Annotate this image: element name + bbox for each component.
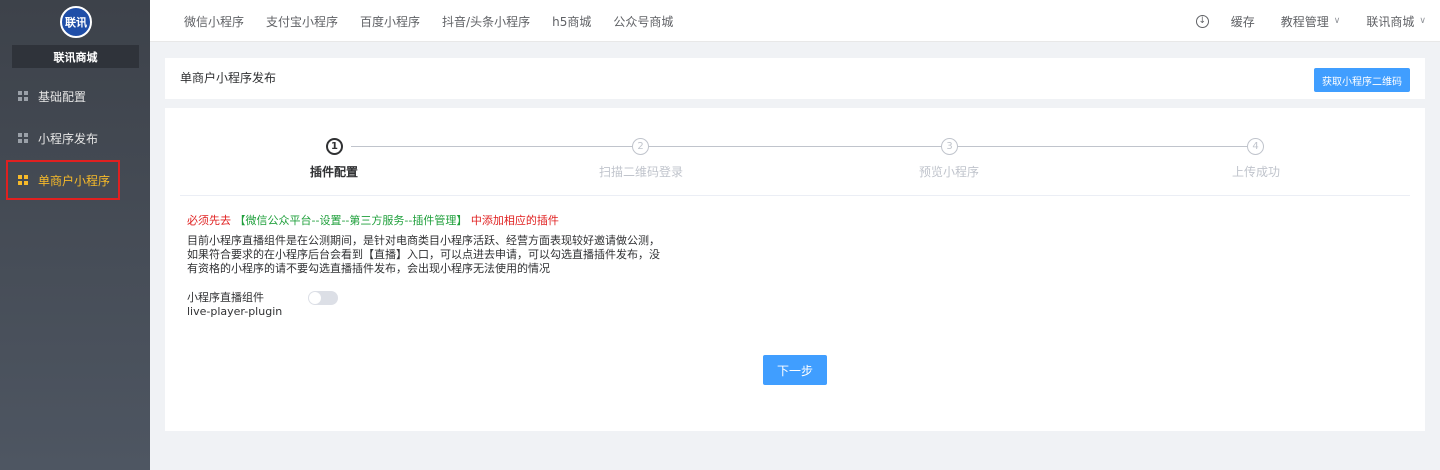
grid-icon xyxy=(18,91,28,101)
toggle-knob xyxy=(309,292,321,304)
live-plugin-toggle[interactable] xyxy=(308,291,338,305)
step-connector xyxy=(351,146,632,147)
sidebar-item-miniprogram-publish[interactable]: 小程序发布 xyxy=(6,118,120,158)
tutorial-dropdown[interactable]: 教程管理 ∨ xyxy=(1281,13,1341,30)
top-bar: 微信小程序 支付宝小程序 百度小程序 抖音/头条小程序 h5商城 公众号商城 ↓… xyxy=(150,0,1440,42)
tab-douyin-miniprogram[interactable]: 抖音/头条小程序 xyxy=(442,13,530,30)
step-number: 4 xyxy=(1247,138,1264,155)
plugin-label: 小程序直播组件 xyxy=(187,291,264,304)
step-number: 1 xyxy=(326,138,343,155)
chevron-down-icon: ∨ xyxy=(1419,16,1426,26)
page-header: 单商户小程序发布 获取小程序二维码 xyxy=(165,58,1425,99)
plugin-field-label: 小程序直播组件 live-player-plugin xyxy=(187,291,282,319)
sidebar-item-label: 小程序发布 xyxy=(38,131,99,146)
tab-alipay-miniprogram[interactable]: 支付宝小程序 xyxy=(266,13,338,30)
account-label: 联讯商城 xyxy=(1366,14,1415,29)
plugin-notice: 必须先去 【微信公众平台--设置--第三方服务--插件管理】 中添加相应的插件 xyxy=(187,212,559,228)
live-plugin-description: 目前小程序直播组件是在公测期间，是针对电商类目小程序活跃、经营方面表现较好邀请做… xyxy=(187,234,660,275)
main-panel: 1 2 3 4 插件配置 扫描二维码登录 预览小程序 上传成功 必须先去 【微信… xyxy=(165,108,1425,431)
grid-icon xyxy=(18,175,28,185)
sidebar-item-label: 单商户小程序 xyxy=(38,173,111,188)
notice-path: 【微信公众平台--设置--第三方服务--插件管理】 xyxy=(234,214,468,227)
tutorial-label: 教程管理 xyxy=(1280,14,1329,29)
account-dropdown[interactable]: 联讯商城 ∨ xyxy=(1366,13,1426,30)
page-title: 单商户小程序发布 xyxy=(180,71,277,85)
sidebar-item-single-merchant[interactable]: 单商户小程序 xyxy=(6,160,120,200)
top-right-actions: ↓ 缓存 教程管理 ∨ 联讯商城 ∨ xyxy=(1195,0,1426,42)
step-label: 上传成功 xyxy=(1231,165,1280,179)
download-icon[interactable]: ↓ xyxy=(1195,14,1209,28)
plugin-id: live-player-plugin xyxy=(187,305,283,318)
step-connector xyxy=(649,146,941,147)
sidebar-item-basic-config[interactable]: 基础配置 xyxy=(6,76,120,116)
step-label: 扫描二维码登录 xyxy=(598,165,683,179)
step-number: 2 xyxy=(632,138,649,155)
next-step-button[interactable]: 下一步 xyxy=(763,355,827,385)
notice-suffix: 中添加相应的插件 xyxy=(470,214,559,227)
get-qrcode-button[interactable]: 获取小程序二维码 xyxy=(1314,68,1410,92)
tab-baidu-miniprogram[interactable]: 百度小程序 xyxy=(360,13,420,30)
step-label: 插件配置 xyxy=(309,165,358,179)
step-label: 预览小程序 xyxy=(918,165,979,179)
chevron-down-icon: ∨ xyxy=(1333,16,1341,26)
tab-h5-mall[interactable]: h5商城 xyxy=(552,13,591,30)
tab-official-account-mall[interactable]: 公众号商城 xyxy=(613,13,673,30)
sidebar-item-label: 基础配置 xyxy=(38,89,87,104)
divider xyxy=(180,195,1410,196)
notice-prefix: 必须先去 xyxy=(187,214,231,227)
step-connector xyxy=(958,146,1247,147)
step-number: 3 xyxy=(941,138,958,155)
shop-name: 联讯商城 xyxy=(12,45,139,68)
steps: 1 2 3 4 插件配置 扫描二维码登录 预览小程序 上传成功 xyxy=(165,108,1425,196)
tab-wechat-miniprogram[interactable]: 微信小程序 xyxy=(184,13,244,30)
cache-label: 缓存 xyxy=(1230,14,1255,29)
sidebar: 联讯 联讯商城 基础配置 小程序发布 单商户小程序 xyxy=(0,0,150,470)
top-tabs: 微信小程序 支付宝小程序 百度小程序 抖音/头条小程序 h5商城 公众号商城 xyxy=(184,0,695,42)
cache-button[interactable]: 缓存 xyxy=(1231,13,1255,30)
logo[interactable]: 联讯 xyxy=(60,6,92,38)
grid-icon xyxy=(18,133,28,143)
